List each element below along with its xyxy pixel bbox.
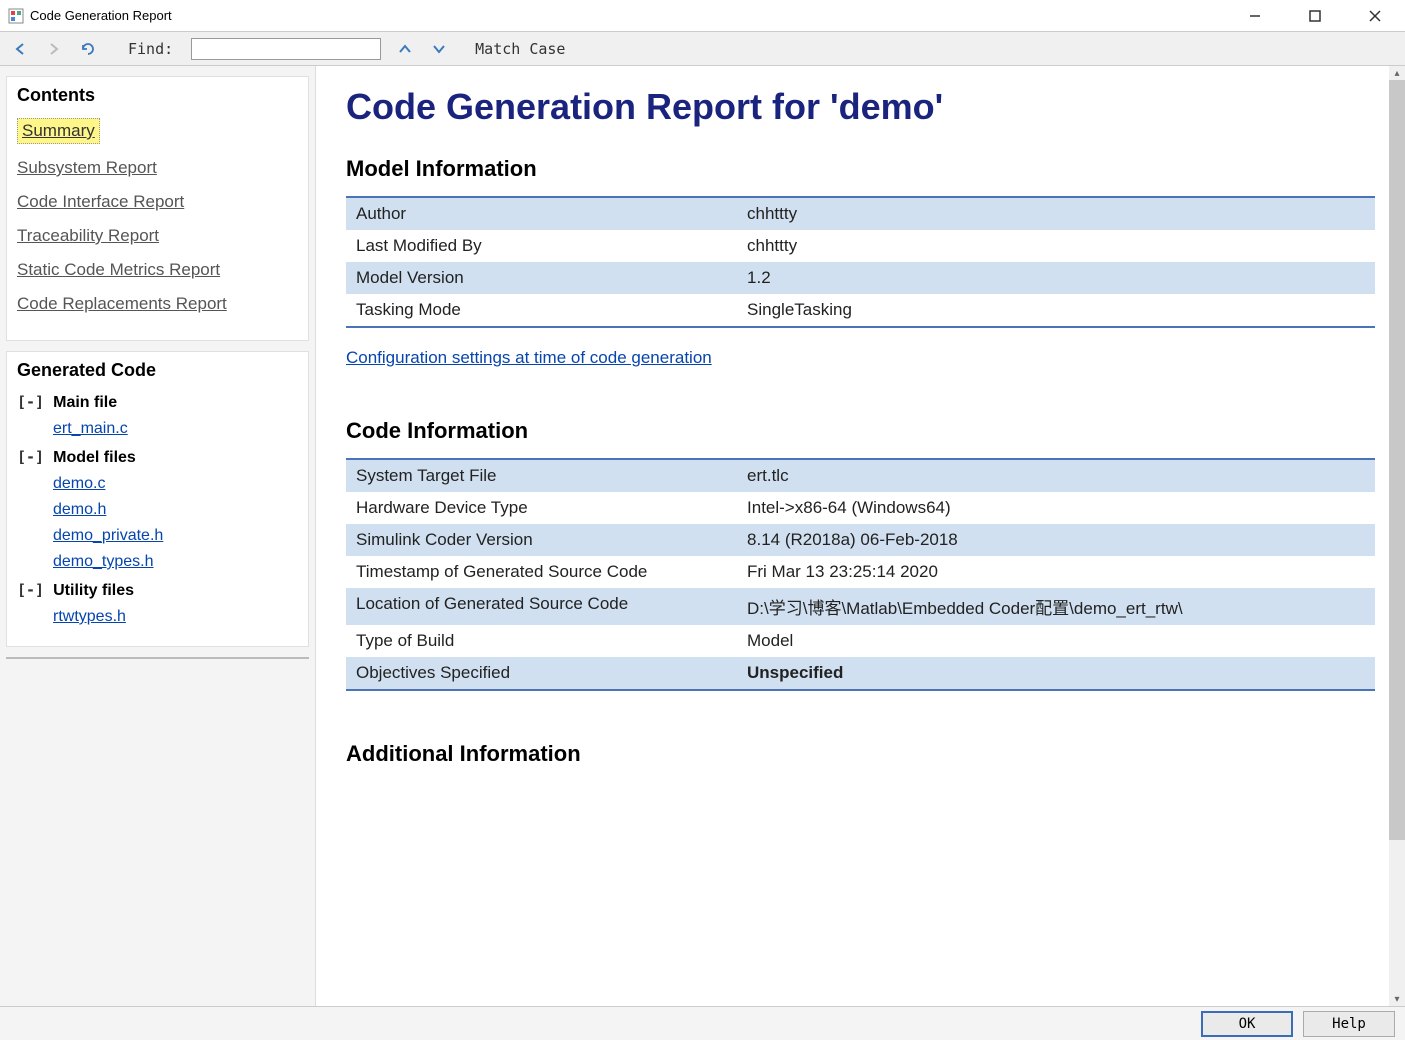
file-link[interactable]: demo_private.h	[53, 527, 298, 545]
table-key: Timestamp of Generated Source Code	[346, 556, 737, 588]
file-group-header[interactable]: [-] Utility files	[17, 581, 298, 600]
table-row: Timestamp of Generated Source CodeFri Ma…	[346, 556, 1375, 588]
refresh-button[interactable]	[78, 39, 98, 59]
contents-heading: Contents	[17, 85, 298, 106]
additional-info-heading: Additional Information	[346, 741, 1375, 767]
forward-button[interactable]	[44, 39, 64, 59]
table-value: SingleTasking	[737, 294, 1375, 327]
file-group-title: Utility files	[53, 582, 134, 599]
sidebar-divider	[6, 657, 309, 659]
file-group-header[interactable]: [-] Model files	[17, 448, 298, 467]
close-button[interactable]	[1357, 4, 1393, 28]
table-value: chhttty	[737, 197, 1375, 230]
scroll-down-icon[interactable]: ▾	[1389, 992, 1405, 1006]
file-link[interactable]: demo.c	[53, 475, 298, 493]
table-key: Location of Generated Source Code	[346, 588, 737, 625]
table-row: Location of Generated Source CodeD:\学习\博…	[346, 588, 1375, 625]
code-info-heading: Code Information	[346, 418, 1375, 444]
file-group-title: Model files	[53, 449, 136, 466]
titlebar: Code Generation Report	[0, 0, 1405, 32]
table-row: Objectives SpecifiedUnspecified	[346, 657, 1375, 690]
main-area: Contents Summary Subsystem Report Code Int…	[0, 66, 1405, 1006]
table-key: Hardware Device Type	[346, 492, 737, 524]
find-down-button[interactable]	[429, 39, 449, 59]
file-link[interactable]: demo.h	[53, 501, 298, 519]
table-row: System Target Fileert.tlc	[346, 459, 1375, 492]
sidebar: Contents Summary Subsystem Report Code Int…	[0, 66, 316, 1006]
contents-link[interactable]: Code Interface Report	[17, 192, 298, 212]
find-input[interactable]	[191, 38, 381, 60]
window-controls	[1237, 4, 1393, 28]
code-info-table: System Target Fileert.tlcHardware Device…	[346, 458, 1375, 691]
find-up-button[interactable]	[395, 39, 415, 59]
contents-link[interactable]: Traceability Report	[17, 226, 298, 246]
table-row: Type of BuildModel	[346, 625, 1375, 657]
table-row: Last Modified Bychhttty	[346, 230, 1375, 262]
file-link[interactable]: rtwtypes.h	[53, 608, 298, 626]
contents-link[interactable]: Static Code Metrics Report	[17, 260, 298, 280]
table-row: Tasking ModeSingleTasking	[346, 294, 1375, 327]
table-value: 1.2	[737, 262, 1375, 294]
model-info-heading: Model Information	[346, 156, 1375, 182]
collapse-toggle-icon[interactable]: [-]	[17, 448, 53, 466]
table-value: Fri Mar 13 23:25:14 2020	[737, 556, 1375, 588]
table-row: Simulink Coder Version8.14 (R2018a) 06-F…	[346, 524, 1375, 556]
model-info-table: AuthorchhtttyLast Modified BychhtttyMode…	[346, 196, 1375, 328]
contents-link[interactable]: Code Replacements Report	[17, 294, 298, 314]
table-value: chhttty	[737, 230, 1375, 262]
generated-code-card: Generated Code [-] Main fileert_main.c[-…	[6, 351, 309, 647]
file-group-title: Main file	[53, 394, 117, 411]
page-title: Code Generation Report for 'demo'	[346, 86, 1375, 128]
table-key: Model Version	[346, 262, 737, 294]
table-key: Last Modified By	[346, 230, 737, 262]
toolbar: Find: Match Case	[0, 32, 1405, 66]
help-button[interactable]: Help	[1303, 1011, 1395, 1037]
file-link[interactable]: ert_main.c	[53, 420, 298, 438]
table-row: Hardware Device TypeIntel->x86-64 (Windo…	[346, 492, 1375, 524]
table-value: Unspecified	[737, 657, 1375, 690]
find-label: Find:	[128, 40, 173, 58]
config-settings-link[interactable]: Configuration settings at time of code g…	[346, 348, 712, 368]
back-button[interactable]	[10, 39, 30, 59]
file-group-header[interactable]: [-] Main file	[17, 393, 298, 412]
content-pane: ▴ ▾ Code Generation Report for 'demo' Mo…	[316, 66, 1405, 1006]
table-row: Authorchhttty	[346, 197, 1375, 230]
footer: OK Help	[0, 1006, 1405, 1040]
table-value: Model	[737, 625, 1375, 657]
table-value: Intel->x86-64 (Windows64)	[737, 492, 1375, 524]
table-key: Objectives Specified	[346, 657, 737, 690]
table-key: Tasking Mode	[346, 294, 737, 327]
scrollbar-track[interactable]: ▴ ▾	[1389, 66, 1405, 1006]
table-key: Simulink Coder Version	[346, 524, 737, 556]
maximize-button[interactable]	[1297, 4, 1333, 28]
table-key: System Target File	[346, 459, 737, 492]
minimize-button[interactable]	[1237, 4, 1273, 28]
collapse-toggle-icon[interactable]: [-]	[17, 393, 53, 411]
table-row: Model Version1.2	[346, 262, 1375, 294]
ok-button[interactable]: OK	[1201, 1011, 1293, 1037]
generated-code-heading: Generated Code	[17, 360, 298, 381]
file-link[interactable]: demo_types.h	[53, 553, 298, 571]
table-key: Type of Build	[346, 625, 737, 657]
app-icon	[8, 8, 24, 24]
contents-link[interactable]: Subsystem Report	[17, 158, 298, 178]
table-key: Author	[346, 197, 737, 230]
scrollbar-thumb[interactable]	[1389, 80, 1405, 840]
match-case-toggle[interactable]: Match Case	[475, 40, 565, 58]
collapse-toggle-icon[interactable]: [-]	[17, 581, 53, 599]
scroll-up-icon[interactable]: ▴	[1389, 66, 1405, 80]
contents-link[interactable]: Summary	[17, 118, 100, 144]
window-title: Code Generation Report	[30, 8, 1237, 23]
contents-card: Contents Summary Subsystem Report Code Int…	[6, 76, 309, 341]
table-value: 8.14 (R2018a) 06-Feb-2018	[737, 524, 1375, 556]
table-value: ert.tlc	[737, 459, 1375, 492]
table-value: D:\学习\博客\Matlab\Embedded Coder配置\demo_er…	[737, 588, 1375, 625]
